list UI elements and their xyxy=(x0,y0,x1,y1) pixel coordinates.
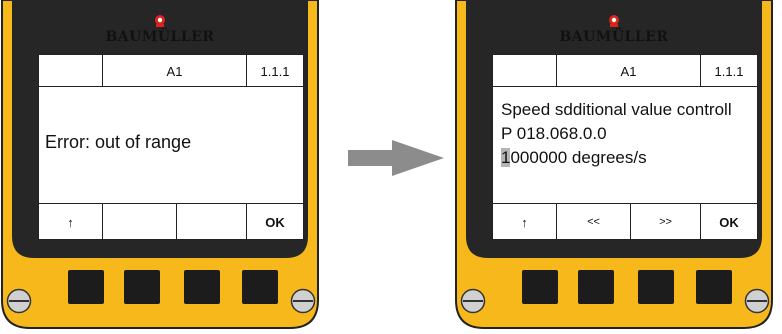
hardware-button-2[interactable] xyxy=(578,270,614,304)
header-cell-right: 1.1.1 xyxy=(714,63,744,79)
display-body: Speed sdditional value controll P 018.06… xyxy=(493,88,757,203)
softkey-right[interactable]: >> xyxy=(631,204,701,240)
display-header: A1 1.1.1 xyxy=(39,55,303,87)
screw-icon xyxy=(460,288,486,314)
display-body: Error: out of range xyxy=(39,88,303,203)
hardware-button-3[interactable] xyxy=(638,270,674,304)
parameter-value[interactable]: 1000000 degrees/s xyxy=(501,148,647,168)
hardware-button-1[interactable] xyxy=(68,270,104,304)
hardware-button-1[interactable] xyxy=(522,270,558,304)
right-arrow-icon xyxy=(348,140,444,176)
brand-logo: BAUMÜLLER xyxy=(454,15,774,46)
softkey-ok[interactable]: OK xyxy=(701,204,757,240)
brand-text: BAUMÜLLER xyxy=(105,29,215,45)
parameter-value-rest: 000000 degrees/s xyxy=(510,148,647,167)
baumuller-logo-icon xyxy=(155,15,165,27)
softkey-ok[interactable]: OK xyxy=(247,204,303,240)
screw-icon xyxy=(290,288,316,314)
display-header: A1 1.1.1 xyxy=(493,55,757,87)
header-cell-left xyxy=(493,55,557,87)
softkey-bar: ↑ << >> OK xyxy=(493,203,757,240)
header-cell-center: A1 xyxy=(557,55,701,87)
softkey-bar: ↑ OK xyxy=(39,203,303,240)
error-message: Error: out of range xyxy=(45,132,192,152)
brand-logo: BAUMÜLLER xyxy=(0,15,320,46)
hardware-button-2[interactable] xyxy=(124,270,160,304)
display-screen: A1 1.1.1 Speed sdditional value controll… xyxy=(492,54,758,240)
softkey-2[interactable] xyxy=(103,204,177,240)
header-cell-left xyxy=(39,55,103,87)
hardware-button-3[interactable] xyxy=(184,270,220,304)
hardware-button-4[interactable] xyxy=(242,270,278,304)
brand-text: BAUMÜLLER xyxy=(559,29,669,45)
display-screen: A1 1.1.1 Error: out of range ↑ OK xyxy=(38,54,304,240)
header-cell-center: A1 xyxy=(103,55,247,87)
softkey-3[interactable] xyxy=(177,204,247,240)
softkey-up[interactable]: ↑ xyxy=(39,204,103,240)
header-cell-right: 1.1.1 xyxy=(260,63,290,79)
parameter-number: P 018.068.0.0 xyxy=(501,124,607,143)
screw-icon xyxy=(6,288,32,314)
softkey-up[interactable]: ↑ xyxy=(493,204,557,240)
hardware-button-4[interactable] xyxy=(696,270,732,304)
hmi-panel-right: BAUMÜLLER A1 1.1.1 Speed sdditional valu… xyxy=(454,0,774,334)
softkey-left[interactable]: << xyxy=(557,204,631,240)
baumuller-logo-icon xyxy=(609,15,619,27)
hmi-panel-left: BAUMÜLLER A1 1.1.1 Error: out of range ↑… xyxy=(0,0,320,334)
parameter-name: Speed sdditional value controll xyxy=(501,100,732,119)
screw-icon xyxy=(744,288,770,314)
